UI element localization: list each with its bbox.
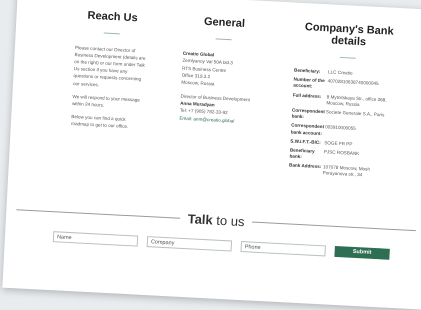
contact-form: Name Company Phone Submit	[52, 231, 408, 264]
talk-to-us-title: Talk to us	[179, 211, 253, 230]
bank-row-label: Bank Address:	[288, 162, 322, 170]
general-section: General Creatio Global Zemlyanoy Val 50A…	[179, 15, 264, 126]
general-divider	[215, 38, 232, 41]
bank-row-value: 107078 Moscow, Mosh Porayanova str., 34	[322, 164, 371, 178]
reach-us-paragraph: We will respond to your message within 2…	[71, 93, 141, 108]
bank-row-value: 003910000055	[325, 124, 356, 132]
submit-button[interactable]: Submit	[334, 245, 390, 260]
bank-details-title: Company's Bank details	[304, 21, 394, 49]
general-title: General	[203, 15, 246, 30]
bank-row-label: Full address:	[292, 92, 322, 99]
heading-rule-left	[16, 209, 180, 219]
name-input[interactable]: Name	[52, 231, 139, 247]
company-input[interactable]: Company	[146, 236, 233, 252]
bank-row-value: SOGE FR PP	[324, 139, 353, 147]
bank-row: Bank Address: 107078 Moscow, Mosh Porayan…	[289, 163, 396, 181]
bank-row-label: Beneficiary:	[293, 67, 321, 74]
bank-row-value: 8 Mytnitskaya Str., office 368, Moscow, …	[326, 93, 387, 107]
reach-us-section: Reach Us Please contact our Director of …	[70, 9, 148, 137]
bank-row-label: Correspondent bank account:	[290, 122, 325, 136]
bank-row-value: LLC Creatio	[327, 69, 353, 76]
bank-details-section: Company's Bank details Beneficiary: LLC C…	[288, 21, 402, 184]
reach-us-divider	[103, 32, 120, 35]
talk-rest-words: to us	[215, 212, 245, 230]
bank-row-label: S.W.I.F.T.-BIC:	[290, 138, 321, 145]
reach-us-paragraph: Please contact our Director of Business …	[72, 45, 146, 87]
talk-bold-word: Talk	[187, 211, 214, 228]
reach-us-paragraph: Below you can find a quick roadmap to ge…	[70, 113, 129, 129]
bank-row-value: Societe Generale S.A., Paris	[325, 109, 385, 118]
phone-input[interactable]: Phone	[240, 241, 326, 257]
reach-us-title: Reach Us	[87, 9, 138, 25]
bank-row-label: Correspondent bank:	[291, 107, 326, 120]
bank-row-label: Number of the account:	[293, 76, 325, 89]
bank-row-value: 40702810638740000045	[327, 78, 379, 87]
bank-row-value: PJSC ROSBANK	[323, 149, 360, 156]
bank-details-divider	[339, 56, 356, 59]
heading-rule-right	[252, 221, 416, 232]
contact-page: Reach Us Please contact our Director of …	[2, 0, 421, 310]
bank-row-label: Beneficiary bank:	[289, 147, 315, 160]
